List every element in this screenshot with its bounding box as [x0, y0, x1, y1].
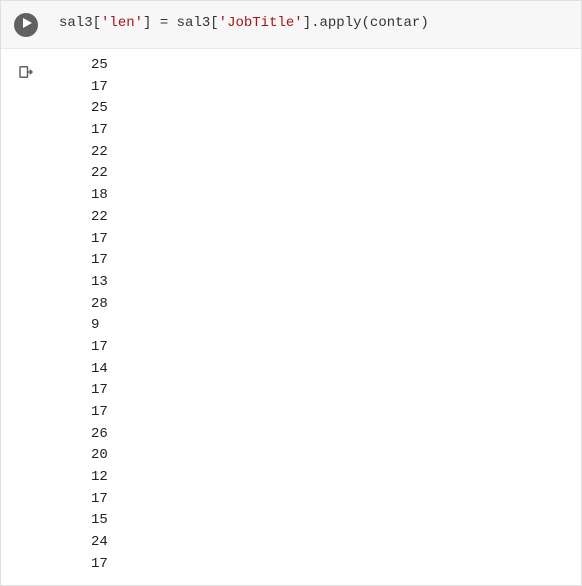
output-line: 17	[91, 489, 573, 511]
output-line: 12	[91, 467, 573, 489]
output-line: 9	[91, 315, 573, 337]
output-line: 14	[91, 359, 573, 381]
output-line: 26	[91, 424, 573, 446]
output-content: 2517251722221822171713289171417172620121…	[51, 49, 581, 582]
output-line: 17	[91, 380, 573, 402]
output-arrow-icon	[17, 70, 35, 86]
code-token: ]	[303, 15, 311, 31]
output-line: 25	[91, 98, 573, 120]
output-line: 22	[91, 142, 573, 164]
code-token: (	[362, 15, 370, 31]
notebook-cell: sal3['len'] = sal3['JobTitle'].apply(con…	[1, 1, 581, 582]
run-button[interactable]	[14, 13, 38, 37]
output-line: 25	[91, 55, 573, 77]
code-token	[151, 15, 159, 31]
output-cell: 2517251722221822171713289171417172620121…	[1, 49, 581, 582]
output-gutter	[1, 49, 51, 582]
output-line: 22	[91, 163, 573, 185]
output-line: 17	[91, 120, 573, 142]
output-line: 13	[91, 272, 573, 294]
output-line: 24	[91, 532, 573, 554]
output-line: 17	[91, 77, 573, 99]
output-line: 17	[91, 554, 573, 576]
output-line: 28	[91, 294, 573, 316]
code-token: )	[420, 15, 428, 31]
code-line: sal3['len'] = sal3['JobTitle'].apply(con…	[59, 13, 573, 34]
output-line: 18	[91, 185, 573, 207]
output-line: 22	[91, 207, 573, 229]
code-token: [	[93, 15, 101, 31]
code-editor[interactable]: sal3['len'] = sal3['JobTitle'].apply(con…	[51, 9, 581, 40]
code-token: 'len'	[101, 15, 143, 31]
code-token: apply	[320, 15, 362, 31]
output-toggle-button[interactable]	[17, 63, 35, 81]
output-line: 20	[91, 445, 573, 467]
code-token: contar	[370, 15, 420, 31]
code-token: sal3	[59, 15, 93, 31]
output-line: 17	[91, 337, 573, 359]
output-line: 17	[91, 402, 573, 424]
play-icon	[19, 17, 33, 34]
output-line: 17	[91, 229, 573, 251]
code-token: 'JobTitle'	[219, 15, 303, 31]
code-token: sal3	[177, 15, 211, 31]
code-gutter	[1, 9, 51, 40]
code-token	[168, 15, 176, 31]
output-line: 15	[91, 510, 573, 532]
code-token: =	[160, 15, 168, 31]
code-cell: sal3['len'] = sal3['JobTitle'].apply(con…	[1, 1, 581, 49]
code-token: .	[311, 15, 319, 31]
code-token: [	[210, 15, 218, 31]
output-line: 17	[91, 250, 573, 272]
